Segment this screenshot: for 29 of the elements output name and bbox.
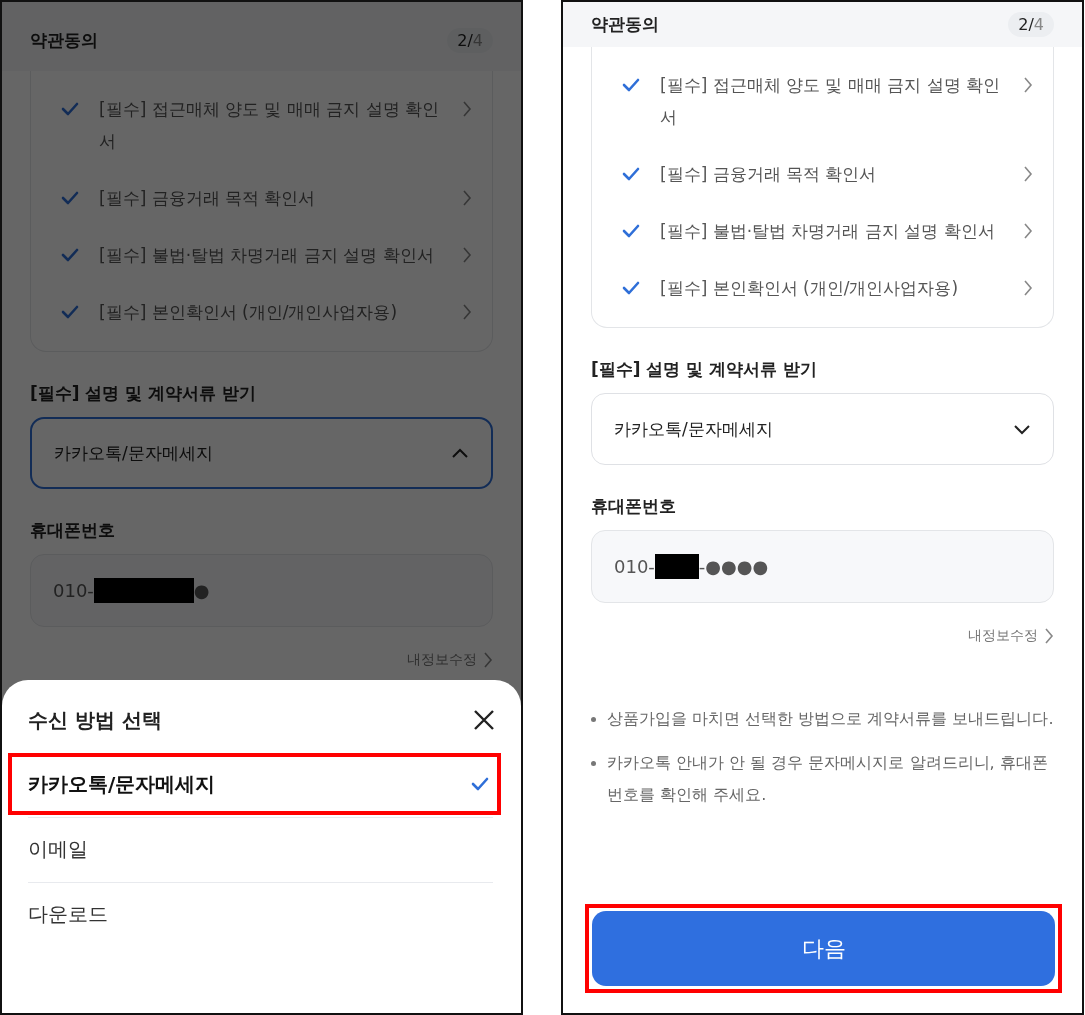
notice-text: 카카오톡 안내가 안 될 경우 문자메시지로 알려드리니, 휴대폰번호를 확인해 주세요. bbox=[591, 747, 1054, 811]
field-label: [필수] 설명 및 계약서류 받기 bbox=[591, 358, 819, 381]
agreement-label[interactable]: [필수] 접근매체 양도 및 매매 금지 설명 확인서 bbox=[660, 69, 1011, 133]
chevron-right-icon[interactable] bbox=[1044, 627, 1054, 645]
step-indicator: 2/4 bbox=[447, 28, 493, 53]
next-button[interactable]: 다음 bbox=[592, 911, 1055, 986]
caret-icon bbox=[1013, 423, 1031, 435]
receive-method-dropdown[interactable]: 카카오톡/문자메세지 bbox=[591, 393, 1054, 465]
page-title: 약관동의 bbox=[30, 29, 98, 52]
caret-icon bbox=[451, 447, 469, 459]
redaction-bar bbox=[654, 554, 699, 579]
chevron-right-icon[interactable] bbox=[483, 651, 493, 669]
agreement-label[interactable]: [필수] 본인확인서 (개인/개인사업자용) bbox=[660, 272, 1011, 304]
close-icon[interactable] bbox=[473, 709, 495, 731]
check-icon bbox=[471, 777, 489, 791]
step-indicator: 2/4 bbox=[1008, 12, 1054, 37]
agreement-label[interactable]: [필수] 불법·탈법 차명거래 금지 설명 확인서 bbox=[660, 215, 1011, 247]
edit-profile-link[interactable]: 내정보수정 bbox=[591, 627, 1054, 645]
field-label: 휴대폰번호 bbox=[591, 495, 677, 518]
phone-field[interactable]: 010- -●●●● bbox=[591, 530, 1054, 603]
notice-text: 상품가입을 마치면 선택한 방법으로 계약서류를 보내드립니다. bbox=[591, 703, 1054, 735]
field-label: 휴대폰번호 bbox=[30, 519, 116, 542]
agreement-label[interactable]: [필수] 금융거래 목적 확인서 bbox=[660, 158, 1011, 190]
field-label: [필수] 설명 및 계약서류 받기 bbox=[30, 382, 258, 405]
sheet-title: 수신 방법 선택 bbox=[28, 706, 162, 734]
option-item[interactable]: 이메일 bbox=[12, 822, 497, 876]
page-title: 약관동의 bbox=[591, 13, 659, 36]
option-item[interactable]: 카카오톡/문자메세지 bbox=[12, 757, 497, 811]
option-item[interactable]: 다운로드 bbox=[12, 887, 497, 941]
